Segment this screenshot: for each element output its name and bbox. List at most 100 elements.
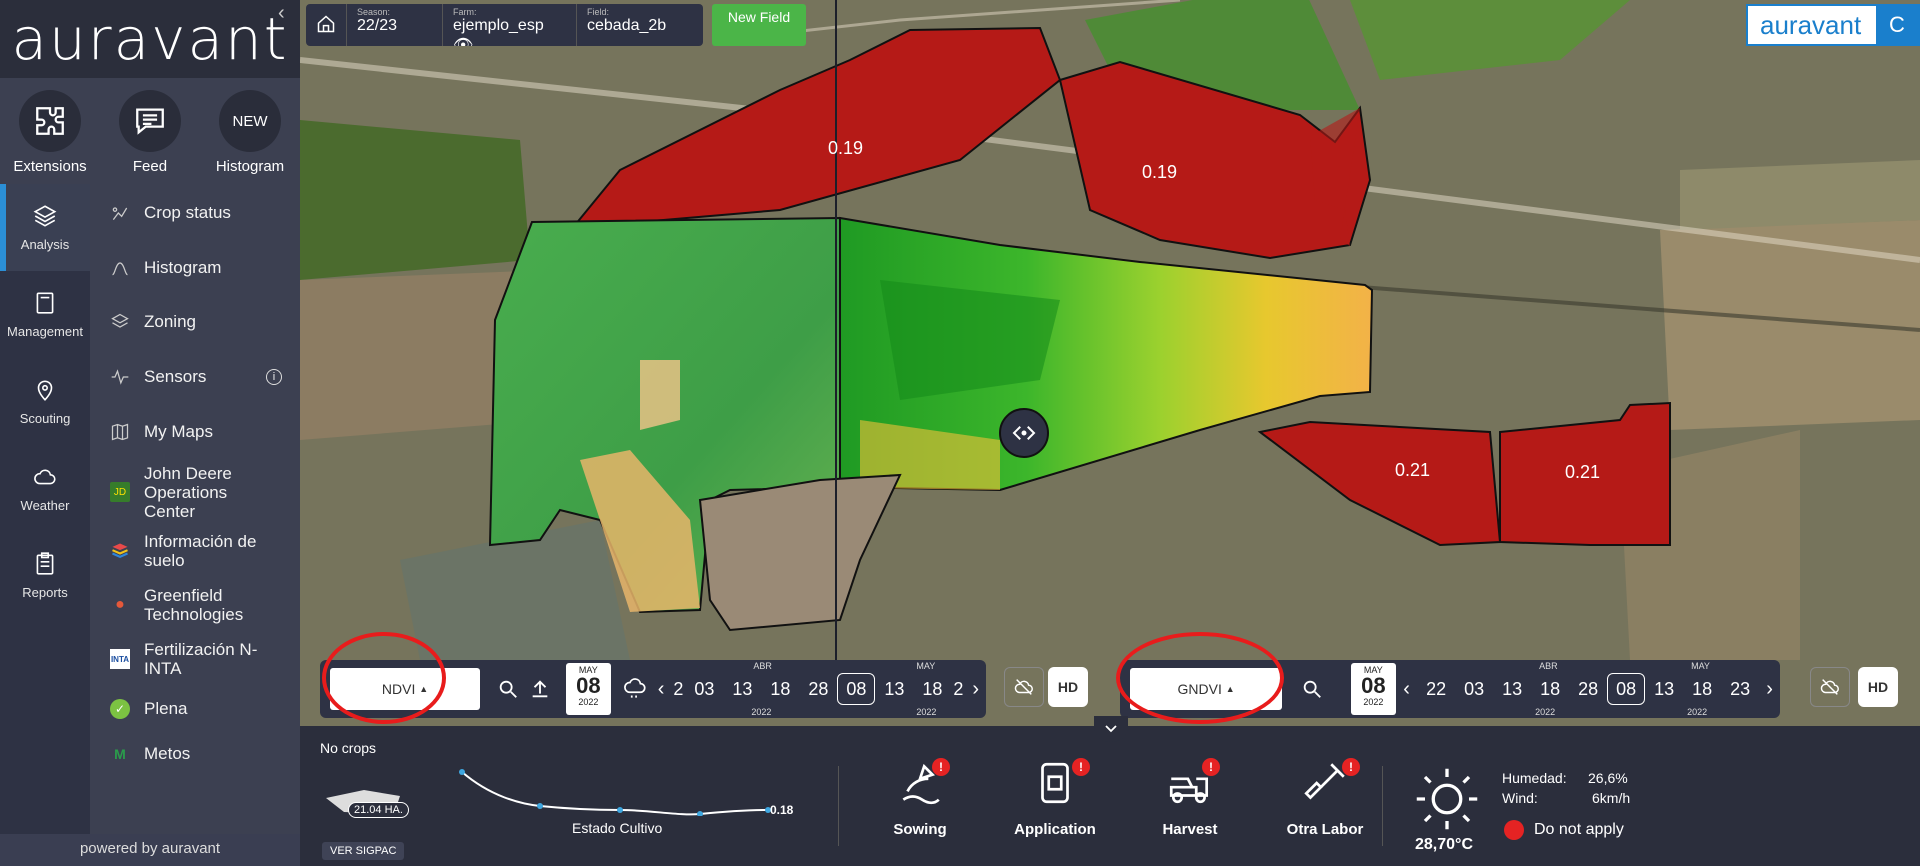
histogram-label: Histogram xyxy=(215,158,285,175)
prev-date-arrow[interactable]: ‹ xyxy=(1396,678,1417,701)
home-button[interactable] xyxy=(306,4,347,46)
annotation-circle xyxy=(1116,632,1284,724)
partner-logo-text: auravant xyxy=(1760,9,1862,40)
prev-date-arrow[interactable]: ‹ xyxy=(651,678,672,701)
nav-scouting[interactable]: Scouting xyxy=(0,358,90,445)
menu-zoning[interactable]: Zoning xyxy=(90,294,300,350)
date-item[interactable]: 18 xyxy=(913,679,951,700)
humidity-value: 26,6% xyxy=(1588,770,1628,786)
nav-reports[interactable]: Reports xyxy=(0,532,90,619)
nav-analysis-label: Analysis xyxy=(20,237,70,252)
cloud-off-button-right[interactable] xyxy=(1810,667,1850,707)
partner-logo-letter: C xyxy=(1876,6,1918,44)
histogram-new-button[interactable]: NEW Histogram xyxy=(200,78,300,184)
extensions-button[interactable]: Extensions xyxy=(0,78,100,184)
search-button[interactable] xyxy=(492,672,524,706)
brand-logo: auravant xyxy=(0,0,300,78)
year-marker: 2022 xyxy=(751,707,772,717)
date-item[interactable]: 03 xyxy=(685,679,723,700)
sowing-action[interactable]: ! Sowing xyxy=(870,758,970,858)
date-item[interactable]: 18 xyxy=(1683,679,1721,700)
date-item-selected[interactable]: 08 xyxy=(1607,673,1646,705)
hd-button-left[interactable]: HD xyxy=(1048,667,1088,707)
menu-my-maps[interactable]: My Maps xyxy=(90,404,300,460)
date-item[interactable]: 18 xyxy=(761,679,799,700)
search-button[interactable] xyxy=(1296,672,1328,706)
menu-label: John Deere Operations Center xyxy=(144,463,232,521)
date-item[interactable]: 2 xyxy=(671,679,685,700)
date-item[interactable]: 28 xyxy=(799,679,837,700)
farm-selector[interactable]: Farm: ejemplo_esp 👁 xyxy=(443,4,577,46)
puzzle-icon xyxy=(19,90,81,152)
menu-inta[interactable]: INTA Fertilización N-INTA xyxy=(90,632,300,686)
date-picker-right[interactable]: MAY 08 2022 xyxy=(1350,663,1397,715)
date-year: 2022 xyxy=(578,697,599,707)
menu-soil-info[interactable]: Información de suelo xyxy=(90,524,300,578)
date-item[interactable]: 13 xyxy=(875,679,913,700)
other-labor-label: Otra Labor xyxy=(1286,821,1364,838)
swipe-handle[interactable] xyxy=(999,408,1049,458)
cloud-off-button-left[interactable] xyxy=(1004,667,1044,707)
pulse-icon xyxy=(110,367,130,387)
date-year: 2022 xyxy=(1363,697,1384,707)
divider xyxy=(1382,766,1383,846)
collapse-panel-button[interactable] xyxy=(1094,716,1128,742)
menu-histogram[interactable]: Histogram xyxy=(90,242,300,294)
hd-button-right[interactable]: HD xyxy=(1858,667,1898,707)
date-item[interactable]: 22 xyxy=(1417,679,1455,700)
menu-sensors[interactable]: Sensors i xyxy=(90,350,300,404)
next-date-arrow[interactable]: › xyxy=(965,678,986,701)
eye-icon[interactable]: 👁 xyxy=(453,37,473,46)
other-labor-action[interactable]: ! Otra Labor xyxy=(1270,758,1380,858)
cloud-filter-button[interactable] xyxy=(619,672,651,706)
menu-john-deere[interactable]: JD John Deere Operations Center xyxy=(90,460,300,524)
nav-weather[interactable]: Weather xyxy=(0,445,90,532)
ver-sigpac-button[interactable]: VER SIGPAC xyxy=(322,842,405,860)
layers-icon xyxy=(33,205,57,227)
warning-badge: ! xyxy=(1072,758,1090,776)
crop-status-icon xyxy=(110,203,130,223)
nav-analysis[interactable]: Analysis xyxy=(0,184,90,271)
map-view[interactable]: 0.19 0.19 0.21 0.21 -1-0.10.20.30.40.50.… xyxy=(300,0,1920,726)
harvest-action[interactable]: ! Harvest xyxy=(1140,758,1240,858)
date-item-selected[interactable]: 08 xyxy=(837,673,876,705)
menu-plena[interactable]: ✓ Plena xyxy=(90,686,300,732)
nav-management[interactable]: Management xyxy=(0,271,90,358)
wind-value: 6km/h xyxy=(1592,790,1631,806)
menu-crop-status[interactable]: Crop status xyxy=(90,184,300,242)
date-item[interactable]: 13 xyxy=(723,679,761,700)
crop-value: 0.18 xyxy=(770,803,794,817)
feed-label: Feed xyxy=(132,158,168,175)
feed-icon xyxy=(119,90,181,152)
date-picker-left[interactable]: MAY 08 2022 xyxy=(565,663,611,715)
menu-label: Greenfield Technologies xyxy=(144,586,244,624)
date-item[interactable]: 18 xyxy=(1531,679,1569,700)
new-field-button[interactable]: New Field xyxy=(712,4,806,46)
feed-button[interactable]: Feed xyxy=(100,78,200,184)
date-item[interactable]: 23 xyxy=(1721,679,1759,700)
application-action[interactable]: ! Application xyxy=(1000,758,1110,858)
info-icon[interactable]: i xyxy=(266,369,282,385)
menu-label: Histogram xyxy=(144,258,222,277)
date-item[interactable]: 03 xyxy=(1455,679,1493,700)
date-item[interactable]: 28 xyxy=(1569,679,1607,700)
field-selector-bar: Season: 22/23 Farm: ejemplo_esp 👁 Field: ce… xyxy=(306,4,703,46)
field-selector[interactable]: Field: cebada_2b xyxy=(577,4,703,46)
menu-label: Información de suelo xyxy=(144,532,257,570)
menu-greenfield[interactable]: ● Greenfield Technologies xyxy=(90,578,300,632)
date-day: 08 xyxy=(1361,673,1386,698)
warning-badge: ! xyxy=(1342,758,1360,776)
nav-weather-label: Weather xyxy=(20,498,70,513)
crop-status-curve xyxy=(459,769,771,816)
next-date-arrow[interactable]: › xyxy=(1759,678,1780,701)
field-label: Field: xyxy=(587,7,610,17)
inta-icon: INTA xyxy=(110,649,130,669)
collapse-sidebar-icon[interactable]: ‹ xyxy=(278,2,285,25)
upload-button[interactable] xyxy=(524,672,556,706)
date-item[interactable]: 13 xyxy=(1645,679,1683,700)
date-item[interactable]: 13 xyxy=(1493,679,1531,700)
menu-metos[interactable]: M Metos xyxy=(90,732,300,776)
season-selector[interactable]: Season: 22/23 xyxy=(347,4,443,46)
histogram-icon xyxy=(110,258,130,278)
date-item[interactable]: 2 xyxy=(951,679,965,700)
